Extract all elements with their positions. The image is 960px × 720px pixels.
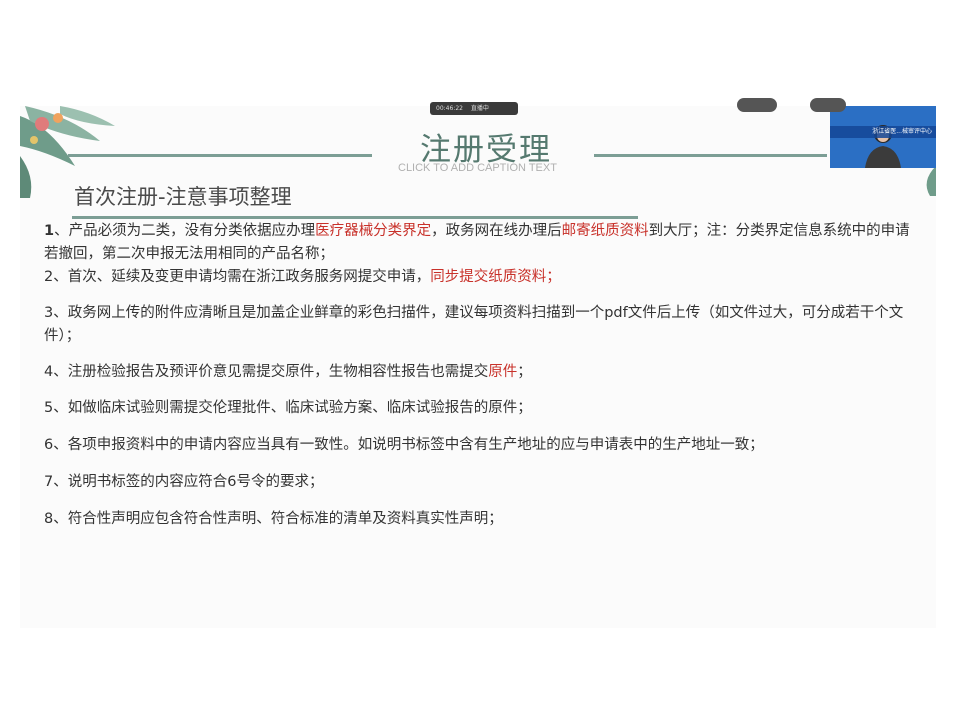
list-item: 3、政务网上传的附件应清晰且是加盖企业鲜章的彩色扫描件，建议每项资料扫描到一个p… (44, 302, 924, 348)
subtitle-rule (72, 216, 638, 219)
list-item: 5、如做临床试验则需提交伦理批件、临床试验方案、临床试验报告的原件； (44, 397, 924, 420)
player-control-right[interactable] (810, 98, 846, 112)
highlighted-text: 同步提交纸质资料； (430, 269, 561, 285)
list-item: 2、首次、延续及变更申请均需在浙江政务服务网提交申请，同步提交纸质资料； (44, 266, 924, 289)
video-banner: 浙江省医...械审评中心 (830, 126, 936, 138)
player-control-left[interactable] (737, 98, 777, 112)
list-item: 7、说明书标签的内容应符合6号令的要求； (44, 471, 924, 494)
leaf-decoration-right (926, 166, 936, 196)
list-item: 8、符合性声明应包含符合性声明、符合标准的清单及资料真实性声明； (44, 508, 924, 531)
item-text: 5、如做临床试验则需提交伦理批件、临床试验方案、临床试验报告的原件； (44, 400, 532, 416)
item-text: 8、符合性声明应包含符合性声明、符合标准的清单及资料真实性声明； (44, 511, 503, 527)
live-status: 直播中 (470, 105, 489, 112)
item-text: 2、首次、延续及变更申请均需在浙江政务服务网提交申请， (44, 269, 431, 285)
list-item: 1、产品必须为二类，没有分类依据应办理医疗器械分类界定，政务网在线办理后邮寄纸质… (44, 220, 924, 266)
presentation-slide: 注册受理 CLICK TO ADD CAPTION TEXT 首次注册-注意事项… (20, 106, 936, 628)
presenter-video[interactable]: 浙江省医...械审评中心 (830, 106, 936, 168)
item-text: ，政务网在线办理后 (431, 223, 562, 239)
item-text: 3、政务网上传的附件应清晰且是加盖企业鲜章的彩色扫描件，建议每项资料扫描到一个p… (44, 305, 904, 344)
highlighted-text: 原件 (488, 364, 518, 380)
item-text: 1 (44, 223, 55, 239)
list-item: 4、注册检验报告及预评价意见需提交原件，生物相容性报告也需提交原件； (44, 361, 924, 384)
list-item: 6、各项申报资料中的申请内容应当具有一致性。如说明书标签中含有生产地址的应与申请… (44, 434, 924, 457)
item-text: ； (517, 364, 532, 380)
item-text: 7、说明书标签的内容应符合6号令的要求； (44, 474, 324, 490)
slide-subtitle: 首次注册-注意事项整理 (74, 185, 292, 209)
notes-list: 1、产品必须为二类，没有分类依据应办理医疗器械分类界定，政务网在线办理后邮寄纸质… (44, 220, 924, 531)
item-text: 、产品必须为二类，没有分类依据应办理 (54, 223, 316, 239)
caption-placeholder[interactable]: CLICK TO ADD CAPTION TEXT (398, 162, 557, 174)
item-text: 4、注册检验报告及预评价意见需提交原件，生物相容性报告也需提交 (44, 364, 489, 380)
highlighted-text: 医疗器械分类界定 (315, 223, 432, 239)
title-rule-right (594, 154, 827, 157)
title-rule-left (68, 154, 372, 157)
highlighted-text: 邮寄纸质资料 (561, 223, 649, 239)
live-status-pill[interactable]: 00:46:22 直播中 (430, 102, 518, 115)
item-text: 6、各项申报资料中的申请内容应当具有一致性。如说明书标签中含有生产地址的应与申请… (44, 437, 764, 453)
live-timer: 00:46:22 (436, 105, 463, 112)
